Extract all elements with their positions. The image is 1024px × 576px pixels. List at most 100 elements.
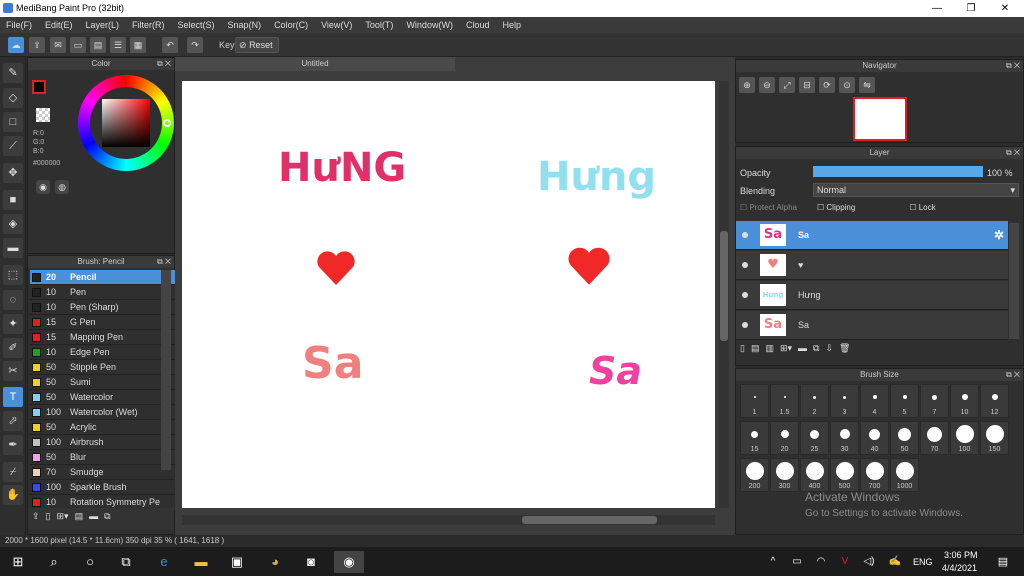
new-layer-icon[interactable]: ▯ (740, 343, 745, 354)
text-tool-icon[interactable]: T (3, 387, 23, 407)
brush-size-cell[interactable]: 50 (890, 421, 919, 455)
eye-visibility-icon[interactable] (742, 262, 748, 268)
brush-upload-icon[interactable]: ⇪ (32, 511, 40, 527)
search-icon[interactable]: ⌕ (43, 551, 65, 573)
brush-size-cell[interactable]: 7 (920, 384, 949, 418)
brush-size-cell[interactable]: 5 (890, 384, 919, 418)
brush-folder-icon[interactable]: ▬ (89, 511, 98, 527)
reset-view-icon[interactable]: ⊙ (839, 77, 855, 93)
new-brush-icon[interactable]: ▯ (46, 511, 51, 527)
restore-button[interactable]: ❐ (954, 0, 988, 17)
brush-size-cell[interactable]: 30 (830, 421, 859, 455)
store-icon[interactable]: ▣ (226, 551, 248, 573)
vertical-scrollbar[interactable] (719, 81, 729, 508)
layer-folder-icon[interactable]: ▬ (798, 343, 807, 354)
cortana-icon[interactable]: ○ (79, 551, 101, 573)
layer-settings-icon[interactable]: ✲ (994, 228, 1004, 242)
eraser-tool-icon[interactable]: ◇ (3, 88, 23, 108)
panel-close-icon[interactable]: ⧉ ✕ (157, 256, 171, 268)
brush-size-cell[interactable]: 100 (950, 421, 979, 455)
menu-filter[interactable]: Filter(R) (132, 20, 165, 30)
brush-size-cell[interactable]: 300 (770, 458, 799, 492)
brush-size-cell[interactable]: 1.5 (770, 384, 799, 418)
clock-time[interactable]: 3:06 PM (944, 550, 978, 560)
actual-size-icon[interactable]: ⊟ (799, 77, 815, 93)
brush-size-cell[interactable]: 20 (770, 421, 799, 455)
hue-handle[interactable] (163, 119, 171, 127)
grid-icon[interactable]: ▦ (130, 37, 146, 53)
new-8bit-layer-icon[interactable]: ▥ (765, 343, 774, 354)
brush-size-cell[interactable]: 70 (920, 421, 949, 455)
brush-tool-icon[interactable]: ✎ (3, 63, 23, 83)
redo-icon[interactable]: ↷ (187, 37, 203, 53)
zoom-in-icon[interactable]: ⊕ (739, 77, 755, 93)
battery-icon[interactable]: ▭ (786, 551, 808, 573)
windows-start-icon[interactable]: ⊞ (7, 551, 29, 573)
panel-close-icon[interactable]: ⧉ ✕ (1006, 369, 1020, 381)
panel-close-icon[interactable]: ⧉ ✕ (1006, 60, 1020, 72)
horizontal-scrollbar[interactable] (182, 515, 715, 525)
lock-checkbox[interactable]: ☐ Lock (909, 203, 935, 212)
brush-size-cell[interactable]: 500 (830, 458, 859, 492)
upload-icon[interactable]: ⇪ (29, 37, 45, 53)
edge-browser-icon[interactable]: e (153, 551, 175, 573)
menu-layer[interactable]: Layer(L) (86, 20, 120, 30)
operation-tool-icon[interactable]: ⬀ (3, 411, 23, 431)
brush-size-cell[interactable]: 1 (740, 384, 769, 418)
task-view-icon[interactable]: ⧉ (115, 551, 137, 573)
delete-layer-icon[interactable]: 🗑 (839, 343, 850, 354)
brush-settings-icon[interactable]: ▤ (75, 511, 84, 527)
menu-edit[interactable]: Edit(E) (45, 20, 73, 30)
bucket-tool-icon[interactable]: ◈ (3, 214, 23, 234)
vpn-icon[interactable]: V (834, 551, 856, 573)
file-explorer-icon[interactable]: ▬ (190, 551, 212, 573)
foreground-color-swatch[interactable] (32, 80, 46, 94)
menu-window[interactable]: Window(W) (406, 20, 453, 30)
brush-size-cell[interactable]: 12 (980, 384, 1009, 418)
minimize-button[interactable]: — (920, 0, 954, 17)
panel-close-icon[interactable]: ⧉ ✕ (1006, 147, 1020, 159)
layer-row[interactable]: ♥ ♥ (736, 251, 1008, 280)
cloud-icon[interactable]: ☁ (8, 37, 24, 53)
brush-size-cell[interactable]: 4 (860, 384, 889, 418)
flip-icon[interactable]: ⇋ (859, 77, 875, 93)
brush-size-cell[interactable]: 2 (800, 384, 829, 418)
select-tool-icon[interactable]: ⬚ (3, 265, 23, 285)
menu-color[interactable]: Color(C) (274, 20, 308, 30)
lasso-tool-icon[interactable]: ◌ (3, 290, 23, 310)
navigator-preview[interactable] (853, 97, 907, 141)
brush-scrollbar[interactable] (161, 270, 171, 470)
medibang-taskbar-icon[interactable]: ◉ (334, 551, 364, 573)
reset-button[interactable]: ⊘ Reset (235, 37, 279, 53)
wifi-icon[interactable]: ◠ (810, 551, 832, 573)
blending-select[interactable]: Normal ▾ (813, 183, 1019, 197)
eye-visibility-icon[interactable] (742, 322, 748, 328)
undo-icon[interactable]: ↶ (162, 37, 178, 53)
duplicate-layer-icon[interactable]: ⧉ (813, 343, 819, 354)
paint-app-icon[interactable]: ◕ (264, 551, 286, 573)
color-history-icon[interactable]: ◍ (55, 180, 69, 194)
saturation-square[interactable] (102, 99, 150, 147)
language-indicator[interactable]: ENG (913, 557, 933, 567)
brush-size-cell[interactable]: 15 (740, 421, 769, 455)
brush-size-cell[interactable]: 10 (950, 384, 979, 418)
list-icon[interactable]: ☰ (110, 37, 126, 53)
volume-icon[interactable]: ◁) (858, 551, 880, 573)
palette-icon[interactable]: ◉ (36, 180, 50, 194)
brush-size-cell[interactable]: 40 (860, 421, 889, 455)
add-brush-icon[interactable]: ⊞▾ (57, 511, 69, 527)
fill-rect-icon[interactable]: ■ (3, 190, 23, 210)
brush-item[interactable]: 100 Sparkle Brush (30, 480, 186, 495)
notification-icon[interactable]: ▤ (992, 551, 1014, 573)
fit-icon[interactable]: ⤢ (779, 77, 795, 93)
select-eraser-icon[interactable]: ✂ (3, 361, 23, 381)
rotate-icon[interactable]: ⟳ (819, 77, 835, 93)
layer-row[interactable]: Sa Sa ✲ (736, 221, 1008, 250)
eyedropper-tool-icon[interactable]: ⌿ (3, 462, 23, 482)
chat-icon[interactable]: ▭ (70, 37, 86, 53)
brush-size-cell[interactable]: 3 (830, 384, 859, 418)
layer-row[interactable]: Sa Sa (736, 311, 1008, 340)
new-halftone-layer-icon[interactable]: ▤ (751, 343, 760, 354)
brush-size-cell[interactable]: 150 (980, 421, 1009, 455)
line-tool-icon[interactable]: ⟋ (3, 136, 23, 156)
